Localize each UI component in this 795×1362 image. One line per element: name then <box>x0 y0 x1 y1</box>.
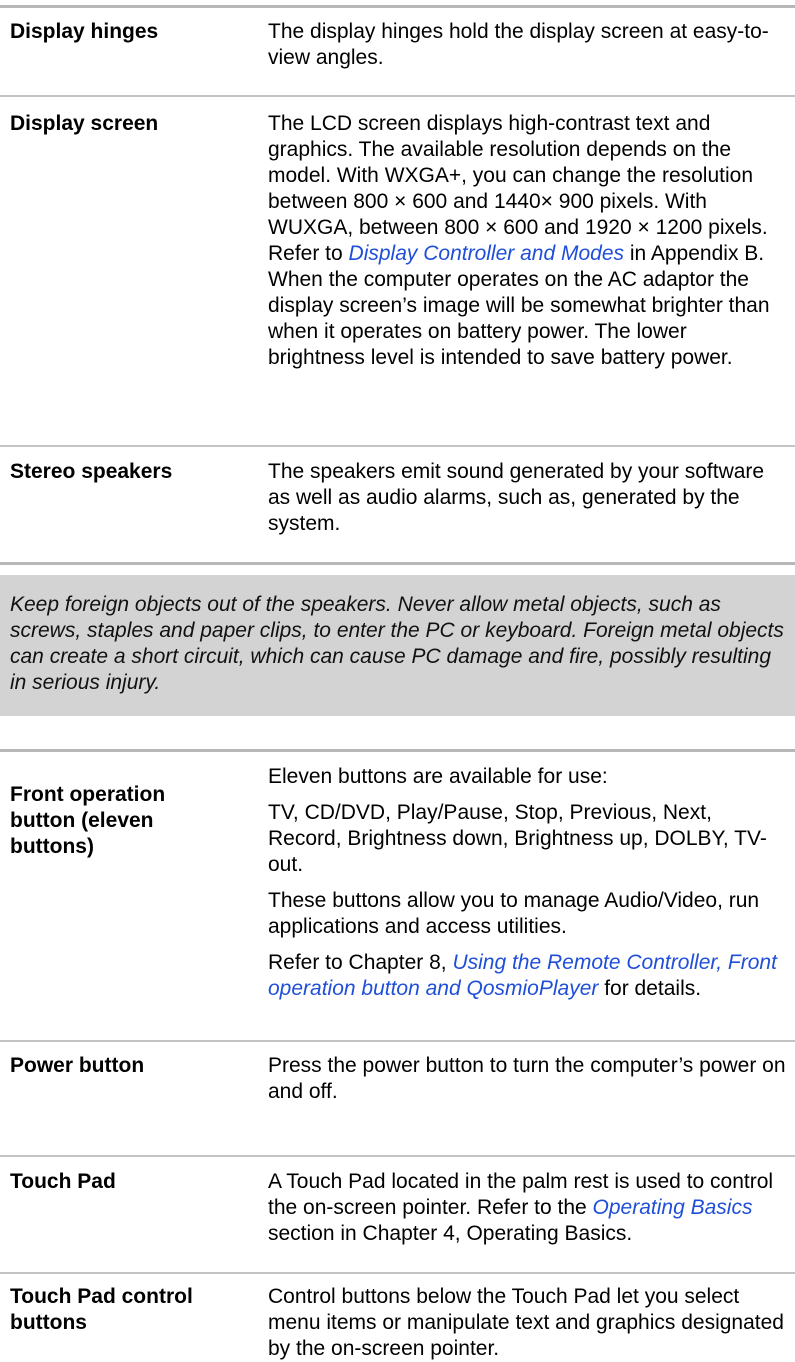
row-divider <box>0 1155 795 1157</box>
desc-display-screen: The LCD screen displays high-contrast te… <box>268 111 788 371</box>
front-op-para3: These buttons allow you to manage Audio/… <box>268 889 760 938</box>
row-divider <box>0 1272 795 1274</box>
desc-stereo-speakers: The speakers emit sound generated by you… <box>268 460 765 535</box>
row-divider <box>0 445 795 447</box>
term-power-button: Power button <box>10 1054 145 1077</box>
desc-touch-pad-control-buttons: Control buttons below the Touch Pad let … <box>268 1285 784 1360</box>
desc-power-button: Press the power button to turn the compu… <box>268 1054 786 1103</box>
desc-front-operation-button: Eleven buttons are available for use: TV… <box>268 764 788 1012</box>
table2-top-rule <box>0 749 795 752</box>
desc-display-screen-para2: When the computer operates on the AC ada… <box>268 268 770 369</box>
table-top-rule <box>0 5 795 8</box>
caution-note-text: Keep foreign objects out of the speakers… <box>10 593 784 694</box>
desc-touch-pad: A Touch Pad located in the palm rest is … <box>268 1169 788 1247</box>
link-operating-basics[interactable]: Operating Basics <box>593 1196 753 1219</box>
term-touch-pad-control-buttons: Touch Pad control buttons <box>10 1285 193 1334</box>
desc-touch-pad-text2: section in Chapter 4, Operating Basics. <box>268 1222 633 1245</box>
term-display-hinges: Display hinges <box>10 20 159 43</box>
row-divider <box>0 1040 795 1042</box>
table-bottom-rule <box>0 562 795 565</box>
term-display-screen: Display screen <box>10 112 159 135</box>
term-stereo-speakers: Stereo speakers <box>10 460 173 483</box>
link-display-controller-modes[interactable]: Display Controller and Modes <box>349 242 624 265</box>
front-op-para2: TV, CD/DVD, Play/Pause, Stop, Previous, … <box>268 801 767 876</box>
row-divider <box>0 95 795 97</box>
front-op-para4-text: Refer to Chapter 8, <box>268 951 453 974</box>
term-touch-pad: Touch Pad <box>10 1170 116 1193</box>
front-op-para1: Eleven buttons are available for use: <box>268 765 608 788</box>
front-op-para4-text2: for details. <box>598 977 702 1000</box>
front-op-para4: Refer to Chapter 8, Using the Remote Con… <box>268 950 788 1002</box>
desc-display-hinges: The display hinges hold the display scre… <box>268 20 769 69</box>
term-front-operation-button: Front operation button (eleven buttons) <box>10 783 166 858</box>
desc-display-screen-text2: in Appendix B. <box>624 242 765 265</box>
